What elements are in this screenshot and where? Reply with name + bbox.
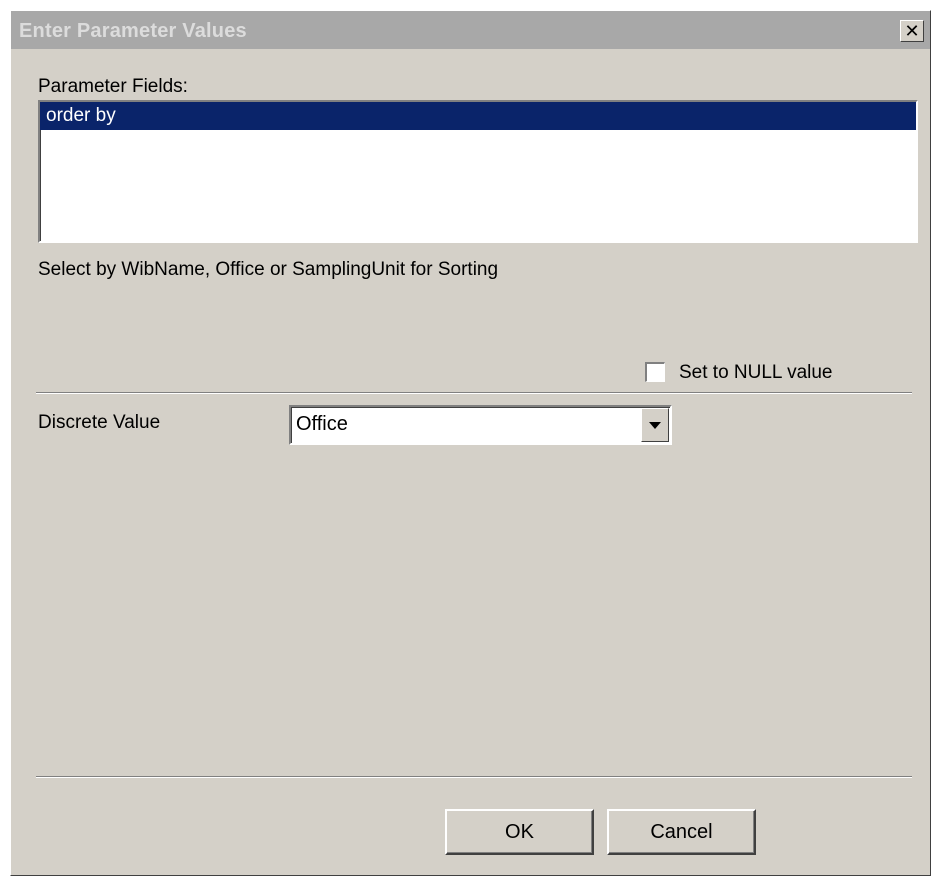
cancel-button[interactable]: Cancel [607,809,756,855]
prompt-text: Select by WibName, Office or SamplingUni… [38,259,499,280]
close-button[interactable]: ✕ [900,20,924,42]
title-bar[interactable]: Enter Parameter Values ✕ [11,11,930,49]
set-null-checkbox[interactable] [645,362,665,382]
dropdown-button[interactable] [641,408,669,442]
enter-parameter-values-dialog: Enter Parameter Values ✕ Parameter Field… [10,10,931,876]
discrete-value-select[interactable]: Office [289,405,672,445]
list-item[interactable]: order by [40,102,916,130]
chevron-down-icon [649,421,661,429]
parameter-fields-label: Parameter Fields: [38,76,188,97]
dialog-title: Enter Parameter Values [19,20,247,42]
set-null-label[interactable]: Set to NULL value [679,362,833,384]
ok-button[interactable]: OK [445,809,594,855]
close-icon: ✕ [904,21,920,41]
discrete-value-selected: Office [296,413,348,435]
separator-bottom [36,776,912,778]
separator-top [36,392,912,394]
discrete-value-label: Discrete Value [38,412,161,433]
parameter-fields-list[interactable]: order by [38,100,918,243]
